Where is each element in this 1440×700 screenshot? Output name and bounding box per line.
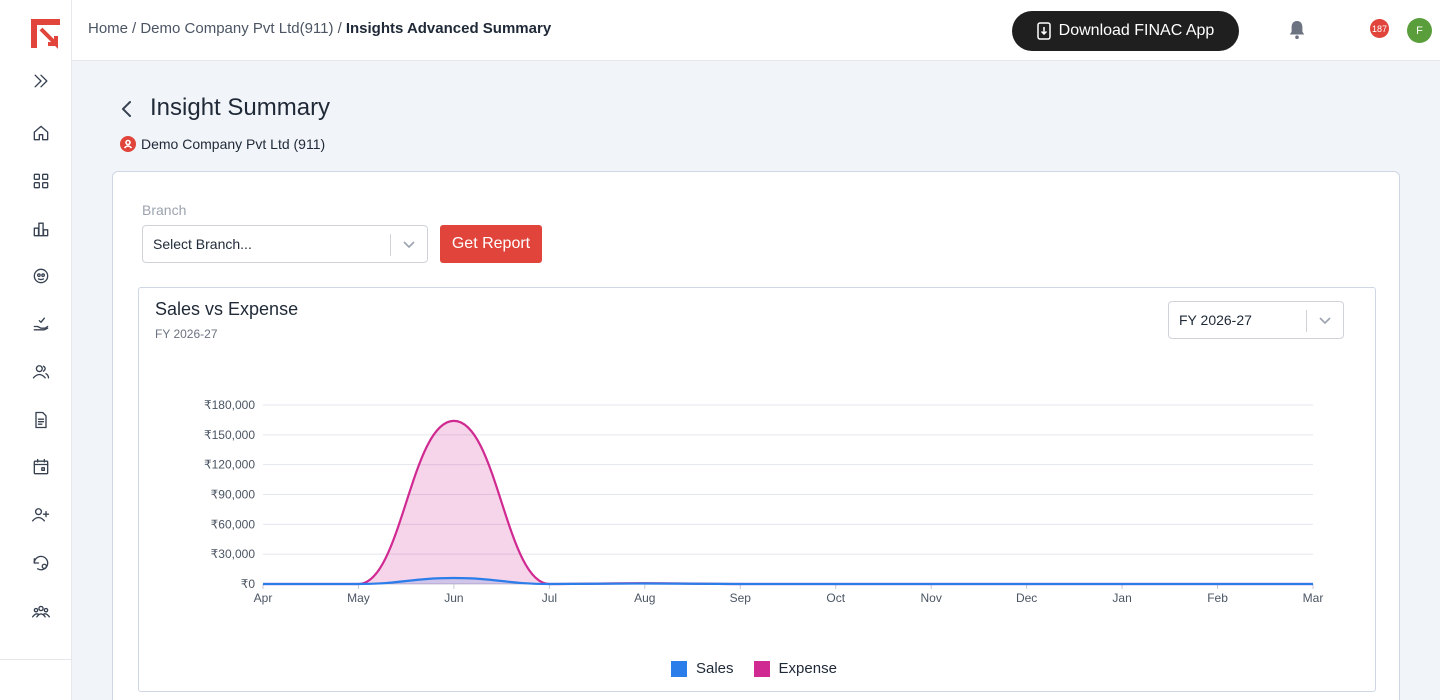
x-tick-label: Aug [634, 591, 655, 605]
team-icon[interactable] [30, 600, 52, 622]
finac-logo[interactable] [28, 16, 62, 50]
chart-subtitle: FY 2026-27 [155, 327, 218, 341]
breadcrumb-company[interactable]: / Demo Company Pvt Ltd(911) / [132, 20, 342, 37]
document-icon[interactable] [30, 409, 52, 431]
x-tick-label: Jun [444, 591, 463, 605]
sidebar-divider [0, 659, 72, 660]
y-tick-label: ₹150,000 [204, 428, 255, 442]
x-tick-label: May [347, 591, 370, 605]
download-app-label: Download FINAC App [1058, 22, 1215, 39]
legend-label: Sales [696, 660, 734, 677]
legend-item-expense[interactable]: Expense [753, 660, 837, 677]
branch-select[interactable]: Select Branch... [142, 225, 428, 263]
bell-icon[interactable] [1288, 20, 1310, 42]
sidebar [0, 0, 72, 700]
x-tick-label: Mar [1303, 591, 1324, 605]
fiscal-year-select[interactable]: FY 2026-27 [1168, 301, 1344, 339]
breadcrumb: Home / Demo Company Pvt Ltd(911) / Insig… [88, 20, 551, 37]
topbar: Home / Demo Company Pvt Ltd(911) / Insig… [72, 0, 1440, 61]
user-avatar[interactable]: F [1407, 18, 1432, 43]
get-report-button[interactable]: Get Report [440, 225, 542, 263]
x-tick-label: Dec [1016, 591, 1037, 605]
x-tick-label: Nov [921, 591, 942, 605]
company-indicator: Demo Company Pvt Ltd (911) [120, 136, 325, 152]
y-tick-label: ₹30,000 [211, 547, 256, 561]
notification-badge: 187 [1370, 19, 1390, 38]
x-tick-label: Oct [826, 591, 845, 605]
breadcrumb-home[interactable]: Home [88, 20, 128, 37]
insight-card: Branch Select Branch... Get Report ₹0 ₹30… [112, 171, 1400, 700]
hand-check-icon[interactable] [30, 313, 52, 335]
chart-title: Sales vs Expense [155, 299, 299, 319]
breadcrumb-current: Insights Advanced Summary [345, 20, 552, 37]
user-circle-icon[interactable] [30, 265, 52, 287]
y-tick-label: ₹180,000 [204, 398, 255, 412]
company-user-icon [120, 136, 136, 152]
legend-label: Expense [778, 660, 837, 677]
branch-select-value: Select Branch... [153, 236, 252, 252]
download-app-button[interactable]: Download FINAC App [1012, 11, 1239, 51]
y-tick-label: ₹90,000 [211, 488, 256, 502]
branch-label: Branch [142, 202, 187, 218]
expand-icon[interactable] [30, 70, 52, 92]
chevron-down-icon [402, 237, 416, 251]
x-tick-label: Jan [1112, 591, 1131, 605]
company-name: Demo Company Pvt Ltd (911) [141, 136, 326, 152]
select-separator [390, 234, 391, 256]
legend-swatch [671, 660, 687, 677]
sales-expense-chart: ₹0 ₹30,000 ₹60,000 ₹90,000 ₹120,000 ₹150,000 ₹… [204, 398, 1324, 605]
chevron-down-icon [1318, 313, 1332, 327]
history-settings-icon[interactable] [30, 552, 52, 574]
back-arrow-icon[interactable] [118, 98, 138, 120]
x-tick-label: Sep [730, 591, 752, 605]
home-icon[interactable] [30, 122, 52, 144]
legend-item-sales[interactable]: Sales [671, 660, 734, 677]
y-tick-label: ₹0 [241, 577, 256, 591]
user-plus-icon[interactable] [30, 504, 52, 526]
phone-download-icon [1036, 22, 1051, 40]
fiscal-year-value: FY 2026-27 [1179, 312, 1252, 328]
dashboard-grid-icon[interactable] [30, 170, 52, 192]
x-tick-label: Feb [1207, 591, 1228, 605]
legend-swatch [753, 660, 770, 677]
select-separator [1306, 310, 1307, 332]
users-icon[interactable] [30, 361, 52, 383]
page-title: Insight Summary [150, 94, 331, 121]
x-tick-label: Jul [542, 591, 557, 605]
bar-chart-icon[interactable] [30, 218, 52, 240]
expense-area [263, 420, 1313, 584]
y-tick-label: ₹120,000 [204, 458, 255, 472]
x-tick-label: Apr [254, 591, 273, 605]
calendar-icon[interactable] [30, 456, 52, 478]
y-tick-label: ₹60,000 [211, 517, 256, 531]
chart-legend: Sales Expense [671, 660, 837, 677]
sales-expense-chart-panel: ₹0 ₹30,000 ₹60,000 ₹90,000 ₹120,000 ₹150,000 ₹… [138, 287, 1376, 692]
